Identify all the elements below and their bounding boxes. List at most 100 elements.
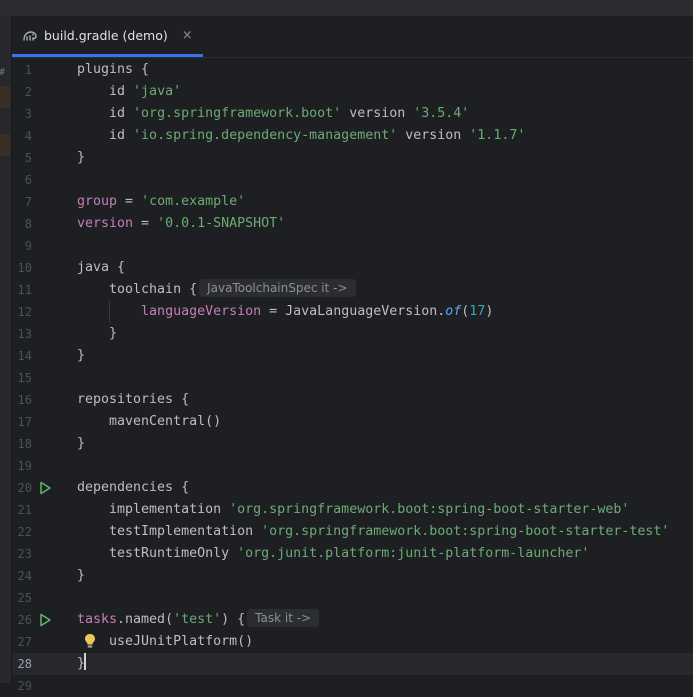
line-number: 12 (17, 305, 32, 319)
code-token: plugins { (77, 62, 150, 77)
code-line[interactable]: 15 (12, 367, 693, 389)
gradle-file-icon (23, 30, 37, 41)
code-line[interactable]: 20 dependencies { (12, 477, 693, 499)
code-token: 'com.example' (141, 194, 246, 209)
code-line[interactable]: 26 tasks.named('test') {Task it -> (12, 609, 693, 631)
code-line[interactable]: 1 plugins { (12, 59, 693, 81)
code-line[interactable]: 27 useJUnitPlatform() (12, 631, 693, 653)
line-number: 24 (17, 569, 32, 583)
code-text[interactable]: id 'io.spring.dependency-management' ver… (77, 125, 525, 147)
line-number: 16 (17, 393, 32, 407)
code-line[interactable]: 23 testRuntimeOnly 'org.junit.platform:j… (12, 543, 693, 565)
code-text[interactable]: repositories { (77, 389, 189, 411)
editor-tab-bar: build.gradle (demo) × (12, 17, 693, 58)
code-text[interactable]: id 'java' (77, 81, 181, 103)
code-token: 'java' (133, 84, 182, 99)
inlay-hint[interactable]: JavaToolchainSpec it -> (199, 279, 356, 297)
code-text[interactable]: dependencies { (77, 477, 189, 499)
code-text[interactable]: plugins { (77, 59, 149, 81)
code-text[interactable]: tasks.named('test') {Task it -> (77, 609, 320, 631)
code-line[interactable]: 11 toolchain {JavaToolchainSpec it -> (12, 279, 693, 301)
code-text[interactable]: } (77, 323, 117, 345)
code-token: 'test' (173, 612, 222, 627)
code-token: 'io.spring.dependency-management' (133, 128, 398, 143)
code-text[interactable]: testRuntimeOnly 'org.junit.platform:juni… (77, 543, 589, 565)
run-gutter-icon[interactable] (38, 481, 52, 495)
code-token: testImplementation (77, 524, 262, 539)
line-number: 26 (17, 613, 32, 627)
code-text[interactable]: testImplementation 'org.springframework.… (77, 521, 669, 543)
line-number: 10 (17, 261, 32, 275)
line-number: 14 (17, 349, 32, 363)
code-line[interactable]: 13 } (12, 323, 693, 345)
code-token: ) { (221, 612, 246, 627)
code-line[interactable]: 3 id 'org.springframework.boot' version … (12, 103, 693, 125)
code-token: dependencies { (77, 480, 190, 495)
line-number: 21 (17, 503, 32, 517)
code-line[interactable]: 4 id 'io.spring.dependency-management' v… (12, 125, 693, 147)
tab-build-gradle[interactable]: build.gradle (demo) × (12, 17, 203, 57)
code-line[interactable]: 22 testImplementation 'org.springframewo… (12, 521, 693, 543)
code-token: id (77, 128, 134, 143)
line-number: 25 (17, 591, 32, 605)
code-token: languageVersion (141, 304, 262, 319)
code-text[interactable]: } (77, 433, 85, 455)
code-line[interactable]: 16 repositories { (12, 389, 693, 411)
code-text[interactable]: } (77, 345, 85, 367)
inlay-hint[interactable]: Task it -> (247, 609, 320, 627)
code-line[interactable]: 10 java { (12, 257, 693, 279)
code-text[interactable]: } (77, 565, 85, 587)
code-token: 'org.junit.platform:junit-platform-launc… (237, 546, 590, 561)
code-token: } (77, 436, 86, 451)
code-text[interactable]: } (77, 147, 85, 169)
code-text[interactable]: version = '0.0.1-SNAPSHOT' (77, 213, 285, 235)
line-number: 28 (17, 657, 32, 671)
code-line[interactable]: 2 id 'java' (12, 81, 693, 103)
code-line[interactable]: 28} (12, 653, 693, 675)
line-number: 23 (17, 547, 32, 561)
code-token: testRuntimeOnly (77, 546, 238, 561)
code-line[interactable]: 8 version = '0.0.1-SNAPSHOT' (12, 213, 693, 235)
code-text[interactable]: } (77, 653, 87, 675)
code-text[interactable]: useJUnitPlatform() (77, 631, 253, 653)
line-number: 11 (17, 283, 32, 297)
left-strip-label: # (0, 67, 5, 78)
code-text[interactable]: java { (77, 257, 125, 279)
code-text[interactable]: id 'org.springframework.boot' version '3… (77, 103, 469, 125)
code-line[interactable]: 29 (12, 675, 693, 697)
code-line[interactable]: 9 (12, 235, 693, 257)
code-token: = (133, 216, 158, 231)
line-number: 19 (17, 459, 32, 473)
code-text[interactable]: implementation 'org.springframework.boot… (77, 499, 629, 521)
run-gutter-icon[interactable] (38, 613, 52, 627)
code-token: mavenCentral() (77, 414, 222, 429)
code-line[interactable]: 24} (12, 565, 693, 587)
code-token: java { (77, 260, 126, 275)
code-line[interactable]: 21 implementation 'org.springframework.b… (12, 499, 693, 521)
left-tool-strip: # (0, 16, 12, 683)
close-icon[interactable]: × (182, 28, 193, 43)
code-token: of (445, 304, 462, 319)
code-line[interactable]: 18} (12, 433, 693, 455)
code-line[interactable]: 25 (12, 587, 693, 609)
code-line[interactable]: 7 group = 'com.example' (12, 191, 693, 213)
line-number: 17 (17, 415, 32, 429)
line-number: 3 (24, 107, 32, 121)
code-editor[interactable]: 1 plugins {2 id 'java' 3 id 'org.springfra… (12, 58, 693, 693)
code-token: repositories { (77, 392, 190, 407)
code-text[interactable]: languageVersion = JavaLanguageVersion.of… (77, 301, 493, 323)
code-line[interactable]: 19 (12, 455, 693, 477)
code-text[interactable]: toolchain {JavaToolchainSpec it -> (77, 279, 356, 301)
code-token: useJUnitPlatform() (77, 634, 254, 649)
line-number: 1 (24, 63, 32, 77)
window-top-strip (0, 0, 693, 17)
code-line[interactable]: 14} (12, 345, 693, 367)
code-line[interactable]: 6 (12, 169, 693, 191)
code-line[interactable]: 17 mavenCentral() (12, 411, 693, 433)
code-text[interactable]: mavenCentral() (77, 411, 221, 433)
code-line[interactable]: 5} (12, 147, 693, 169)
line-number: 6 (24, 173, 32, 187)
code-line[interactable]: 12 languageVersion = JavaLanguageVersion… (12, 301, 693, 323)
code-text[interactable]: group = 'com.example' (77, 191, 245, 213)
